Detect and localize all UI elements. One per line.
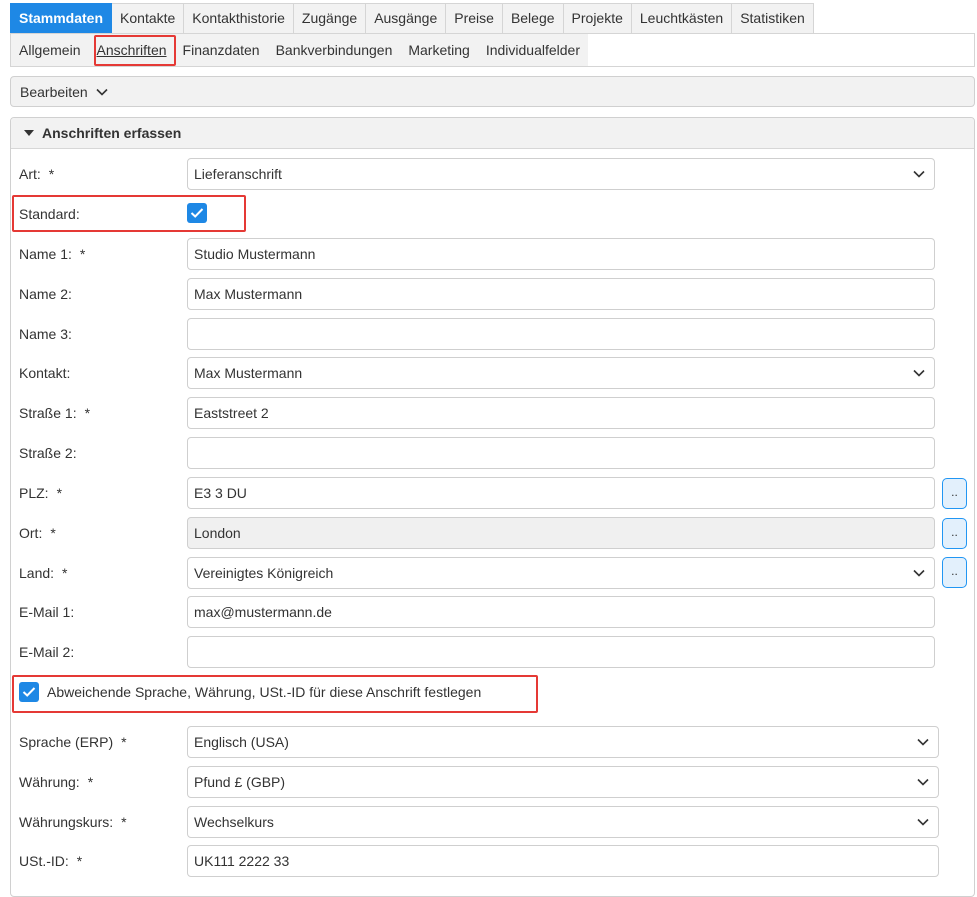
email2-input[interactable] <box>187 636 935 668</box>
strasse2-label: Straße 2: <box>19 445 77 461</box>
email1-value: max@mustermann.de <box>194 604 332 620</box>
ort-input[interactable]: London <box>187 517 935 549</box>
required-marker: * <box>121 734 127 750</box>
name1-value: Studio Mustermann <box>194 246 316 262</box>
strasse2-input[interactable] <box>187 437 935 469</box>
tab-kontakte[interactable]: Kontakte <box>112 3 185 34</box>
kontakt-select[interactable]: Max Mustermann <box>187 357 935 389</box>
kontakt-label: Kontakt: <box>19 365 71 381</box>
land-select[interactable]: Vereinigtes Königreich <box>187 557 935 589</box>
tab-leuchtkaesten[interactable]: Leuchtkästen <box>631 3 733 34</box>
caret-down-icon <box>24 129 34 137</box>
name3-label: Name 3: <box>19 326 72 342</box>
tab-stammdaten[interactable]: Stammdaten <box>10 3 113 34</box>
land-label: Land: * <box>19 565 68 581</box>
strasse1-label: Straße 1: * <box>19 405 91 421</box>
tab-individualfelder[interactable]: Individualfelder <box>478 34 588 66</box>
tab-projekte[interactable]: Projekte <box>563 3 632 34</box>
sprache-label: Sprache (ERP) * <box>19 734 127 750</box>
tab-allgemein[interactable]: Allgemein <box>11 34 88 66</box>
checkmark-icon <box>190 208 204 218</box>
ustid-label: USt.-ID: * <box>19 853 83 869</box>
chevron-down-icon <box>912 366 926 380</box>
tab-preise[interactable]: Preise <box>446 3 503 34</box>
sub-tab-bar: Allgemein Anschriften Finanzdaten Bankve… <box>10 33 975 67</box>
plz-lookup-button[interactable]: .. <box>942 478 967 509</box>
art-label: Art: * <box>19 166 55 182</box>
ort-label: Ort: * <box>19 525 56 541</box>
name2-label: Name 2: <box>19 286 72 302</box>
sub-tabs: Allgemein Anschriften Finanzdaten Bankve… <box>11 34 588 66</box>
art-value: Lieferanschrift <box>194 166 282 182</box>
required-marker: * <box>84 405 91 421</box>
name2-input[interactable]: Max Mustermann <box>187 278 935 310</box>
tab-anschriften[interactable]: Anschriften <box>88 34 174 66</box>
tab-marketing[interactable]: Marketing <box>400 34 477 66</box>
required-marker: * <box>87 774 94 790</box>
checkmark-icon <box>22 687 36 697</box>
ustid-value: UK111 2222 33 <box>194 853 290 869</box>
chevron-down-icon <box>916 775 930 789</box>
panel-title: Anschriften erfassen <box>42 125 182 141</box>
standard-checkbox[interactable] <box>187 203 207 223</box>
strasse1-input[interactable]: Eaststreet 2 <box>187 397 935 429</box>
chevron-down-icon <box>916 815 930 829</box>
name2-value: Max Mustermann <box>194 286 303 302</box>
plz-label: PLZ: * <box>19 485 63 501</box>
plz-input[interactable]: E3 3 DU <box>187 477 935 509</box>
name1-label: Name 1: * <box>19 246 86 262</box>
main-tabs: Stammdaten Kontakte Kontakthistorie Zugä… <box>10 3 814 34</box>
land-lookup-button[interactable]: .. <box>942 557 967 588</box>
chevron-down-icon <box>912 566 926 580</box>
chevron-down-icon <box>912 167 926 181</box>
email2-label: E-Mail 2: <box>19 644 75 660</box>
tab-finanzdaten[interactable]: Finanzdaten <box>175 34 268 66</box>
waehrung-label: Währung: * <box>19 774 94 790</box>
tab-statistiken[interactable]: Statistiken <box>732 3 814 34</box>
tab-ausgaenge[interactable]: Ausgänge <box>366 3 447 34</box>
required-marker: * <box>62 565 68 581</box>
ort-lookup-button[interactable]: .. <box>942 518 967 549</box>
required-marker: * <box>79 246 86 262</box>
sprache-value: Englisch (USA) <box>194 734 289 750</box>
standard-label: Standard: <box>19 206 80 222</box>
chevron-down-icon <box>96 88 108 96</box>
tab-kontakthistorie[interactable]: Kontakthistorie <box>184 3 294 34</box>
bearbeiten-label: Bearbeiten <box>20 83 88 100</box>
ort-value: London <box>194 525 241 541</box>
required-marker: * <box>50 525 56 541</box>
waehrung-select[interactable]: Pfund £ (GBP) <box>187 766 939 798</box>
required-marker: * <box>121 814 127 830</box>
ustid-input[interactable]: UK111 2222 33 <box>187 845 939 877</box>
name1-input[interactable]: Studio Mustermann <box>187 238 935 270</box>
waehrungskurs-value: Wechselkurs <box>194 814 274 830</box>
tab-zugaenge[interactable]: Zugänge <box>293 3 367 34</box>
waehrungskurs-label: Währungskurs: * <box>19 814 127 830</box>
sprache-select[interactable]: Englisch (USA) <box>187 726 939 758</box>
abweichend-checkbox[interactable] <box>19 682 39 702</box>
tab-belege[interactable]: Belege <box>502 3 564 34</box>
required-marker: * <box>48 166 55 182</box>
strasse1-value: Eaststreet 2 <box>194 405 269 421</box>
required-marker: * <box>56 485 63 501</box>
tab-bankverbindungen[interactable]: Bankverbindungen <box>268 34 401 66</box>
email1-label: E-Mail 1: <box>19 604 75 620</box>
waehrung-value: Pfund £ (GBP) <box>194 774 286 790</box>
email1-input[interactable]: max@mustermann.de <box>187 596 935 628</box>
required-marker: * <box>76 853 83 869</box>
art-select[interactable]: Lieferanschrift <box>187 158 935 190</box>
panel-header[interactable]: Anschriften erfassen <box>11 118 974 149</box>
chevron-down-icon <box>916 735 930 749</box>
land-value: Vereinigtes Königreich <box>194 565 334 581</box>
kontakt-value: Max Mustermann <box>194 365 303 381</box>
bearbeiten-dropdown[interactable]: Bearbeiten <box>10 76 975 107</box>
abweichend-label: Abweichende Sprache, Währung, USt.-ID fü… <box>47 684 482 700</box>
waehrungskurs-select[interactable]: Wechselkurs <box>187 806 939 838</box>
plz-value: E3 3 DU <box>194 485 247 501</box>
name3-input[interactable] <box>187 318 935 350</box>
